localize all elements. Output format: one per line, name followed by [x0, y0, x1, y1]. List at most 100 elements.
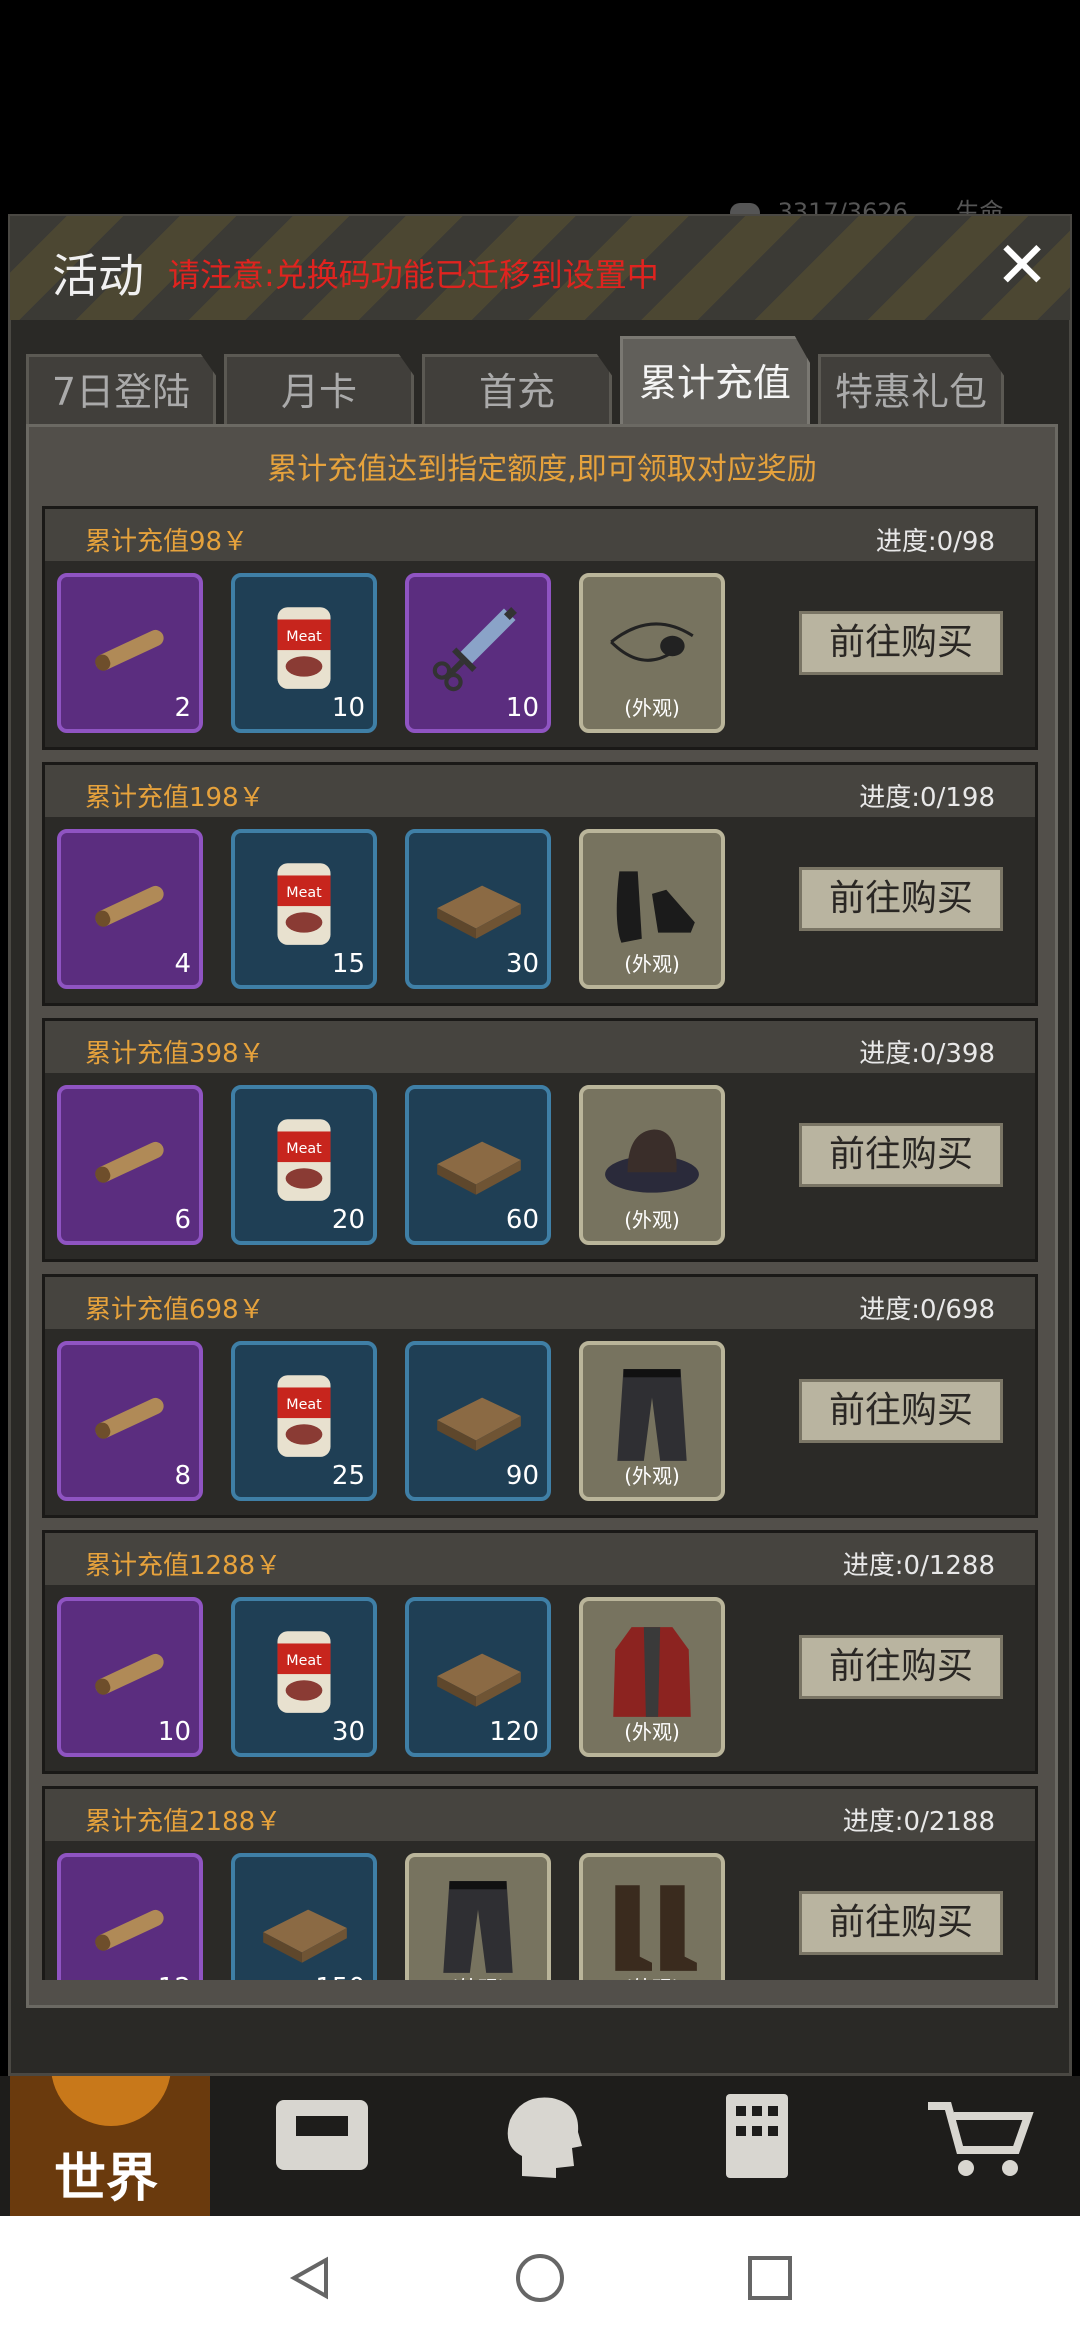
tab-7day-login[interactable]: 7日登陆: [26, 354, 216, 426]
tier-card: 累计充值698￥ 进度:0/698 8 Meat 25 90 (外观) 前往购买: [42, 1274, 1038, 1518]
skin-label: (外观): [409, 1972, 547, 1980]
recents-icon[interactable]: [746, 2254, 794, 2302]
reward-quantity: 6: [174, 1205, 191, 1235]
tier-title: 累计充值98￥: [85, 527, 249, 557]
skin-label: (外观): [624, 1720, 680, 1744]
cigar-icon: [95, 1397, 164, 1439]
reward-slot[interactable]: (外观): [579, 829, 725, 989]
tier-progress: 进度:0/198: [859, 783, 995, 813]
skin-label: (外观): [624, 952, 680, 976]
reward-slot[interactable]: 10: [57, 1597, 203, 1757]
svg-text:Meat: Meat: [286, 1397, 322, 1413]
tier-header: 累计充值698￥ 进度:0/698: [45, 1277, 1035, 1329]
reward-slot[interactable]: Meat 10: [231, 573, 377, 733]
reward-slot[interactable]: 6: [57, 1085, 203, 1245]
reward-slot[interactable]: Meat 15: [231, 829, 377, 989]
trousers-icon: [617, 1369, 687, 1461]
reward-slot[interactable]: 60: [405, 1085, 551, 1245]
reward-slot[interactable]: 30: [405, 829, 551, 989]
meat-can-icon: Meat: [277, 1375, 331, 1457]
cart-icon[interactable]: [920, 2086, 1040, 2186]
trousers-icon: [443, 1881, 513, 1973]
reward-slot[interactable]: 2: [57, 573, 203, 733]
meat-can-icon: Meat: [277, 1631, 331, 1713]
crate-icon: [437, 1653, 521, 1707]
tier-title: 累计充值698￥: [85, 1295, 265, 1325]
tier-progress: 进度:0/698: [859, 1295, 995, 1325]
tier-title: 累计充值398￥: [85, 1039, 265, 1069]
reward-quantity: 120: [489, 1717, 539, 1747]
tier-card: 累计充值398￥ 进度:0/398 6 Meat 20 60 (外观) 前往购买: [42, 1018, 1038, 1262]
buy-button[interactable]: 前往购买: [799, 1891, 1003, 1955]
close-icon[interactable]: ✕: [992, 234, 1052, 298]
buy-button[interactable]: 前往购买: [799, 1379, 1003, 1443]
tier-progress: 进度:0/1288: [842, 1551, 995, 1581]
crate-icon: [437, 1397, 521, 1451]
nav-world-label: 世界: [54, 2149, 159, 2209]
meat-can-icon: Meat: [277, 607, 331, 689]
tier-card: 累计充值98￥ 进度:0/98 2 Meat 10 10 (外观) 前往购买: [42, 506, 1038, 750]
tier-card: 累计充值198￥ 进度:0/198 4 Meat 15 30 (外观) 前往购买: [42, 762, 1038, 1006]
red-coat-icon: [613, 1627, 691, 1717]
reward-slot[interactable]: (外观): [579, 1853, 725, 1980]
reward-slot[interactable]: 90: [405, 1341, 551, 1501]
crate-icon: [437, 885, 521, 939]
reward-slot[interactable]: 8: [57, 1341, 203, 1501]
tab-cumulative-recharge[interactable]: 累计充值: [620, 336, 810, 426]
buy-button[interactable]: 前往购买: [799, 611, 1003, 675]
reward-slot[interactable]: (外观): [579, 1597, 725, 1757]
building-icon[interactable]: [700, 2086, 820, 2186]
tab-special-pack[interactable]: 特惠礼包: [818, 354, 1004, 426]
tier-title: 累计充值198￥: [85, 783, 265, 813]
syringe-icon: [432, 607, 517, 692]
buy-button[interactable]: 前往购买: [799, 867, 1003, 931]
svg-text:Meat: Meat: [286, 629, 322, 645]
android-nav-bar: [0, 2216, 1080, 2340]
hp-status: 3317/3626 生命: [730, 192, 1080, 226]
reward-quantity: 30: [505, 949, 539, 979]
tier-progress: 进度:0/98: [875, 527, 995, 557]
shoes-icon: [616, 871, 695, 943]
globe-icon: [51, 2076, 171, 2126]
reward-slot[interactable]: 12: [57, 1853, 203, 1980]
reward-slot[interactable]: 4: [57, 829, 203, 989]
reward-slot[interactable]: (外观): [579, 1085, 725, 1245]
reward-quantity: 10: [331, 693, 365, 723]
reward-slot[interactable]: 120: [405, 1597, 551, 1757]
reward-quantity: 2: [174, 693, 191, 723]
reward-slot[interactable]: 150: [231, 1853, 377, 1980]
tier-header: 累计充值398￥ 进度:0/398: [45, 1021, 1035, 1073]
tier-header: 累计充值2188￥ 进度:0/2188: [45, 1789, 1035, 1841]
cigar-icon: [95, 629, 164, 671]
buy-button[interactable]: 前往购买: [799, 1123, 1003, 1187]
tier-card: 累计充值2188￥ 进度:0/2188 12 150 (外观) (外观) 前往购买: [42, 1786, 1038, 1980]
tier-title: 累计充值1288￥: [85, 1551, 282, 1581]
reward-slot[interactable]: Meat 30: [231, 1597, 377, 1757]
cigar-icon: [95, 1909, 164, 1951]
reward-slot[interactable]: (外观): [579, 573, 725, 733]
svg-text:Meat: Meat: [286, 1653, 322, 1669]
skin-label: (外观): [624, 696, 680, 720]
backpack-icon[interactable]: [262, 2086, 382, 2186]
reward-slot[interactable]: 10: [405, 573, 551, 733]
notice-text: 请注意:兑换码功能已迁移到设置中: [168, 256, 659, 294]
reward-slot[interactable]: (外观): [405, 1853, 551, 1980]
boots-icon: [615, 1885, 697, 1971]
reward-slot[interactable]: Meat 25: [231, 1341, 377, 1501]
tier-card: 累计充值1288￥ 进度:0/1288 10 Meat 30 120 (外观) 前往购买: [42, 1530, 1038, 1774]
reward-quantity: 30: [331, 1717, 365, 1747]
reward-slot[interactable]: (外观): [579, 1341, 725, 1501]
tier-header: 累计充值198￥ 进度:0/198: [45, 765, 1035, 817]
tier-list[interactable]: 累计充值98￥ 进度:0/98 2 Meat 10 10 (外观) 前往购买 累计充值198￥ 进…: [42, 506, 1038, 1980]
meat-can-icon: Meat: [277, 863, 331, 945]
back-icon[interactable]: [286, 2254, 334, 2302]
tab-first-recharge[interactable]: 首充: [422, 354, 612, 426]
tier-header: 累计充值1288￥ 进度:0/1288: [45, 1533, 1035, 1585]
head-icon[interactable]: [482, 2086, 602, 2186]
buy-button[interactable]: 前往购买: [799, 1635, 1003, 1699]
tab-monthly-card[interactable]: 月卡: [224, 354, 414, 426]
tier-title: 累计充值2188￥: [85, 1807, 282, 1837]
tier-progress: 进度:0/2188: [842, 1807, 995, 1837]
reward-slot[interactable]: Meat 20: [231, 1085, 377, 1245]
home-icon[interactable]: [514, 2252, 566, 2304]
